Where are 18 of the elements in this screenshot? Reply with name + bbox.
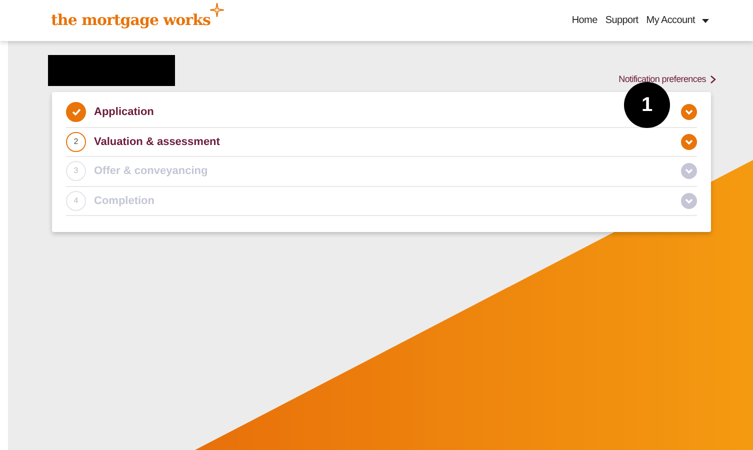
step-number: 2: [66, 132, 86, 152]
star-icon: [210, 3, 224, 18]
step-title: Offer & conveyancing: [94, 164, 209, 179]
step-title: Completion: [94, 194, 156, 208]
logo-text: the mortgage works: [51, 10, 210, 32]
chevron-right-icon: [710, 75, 716, 84]
step-number: 3: [66, 161, 86, 182]
nav-link[interactable]: Home: [572, 13, 598, 28]
nav-link[interactable]: My Account: [646, 13, 709, 28]
step-title: Valuation & assessment: [94, 134, 221, 150]
chevron-down-icon[interactable]: [681, 163, 697, 180]
chevron-down-icon[interactable]: [681, 192, 697, 209]
check-icon: [66, 102, 86, 122]
nav-link[interactable]: Support: [605, 13, 638, 28]
chevron-down-icon[interactable]: [681, 134, 697, 150]
caret-icon: [702, 18, 709, 22]
chevron-down-icon[interactable]: [681, 104, 697, 120]
step-number: 4: [66, 190, 86, 211]
